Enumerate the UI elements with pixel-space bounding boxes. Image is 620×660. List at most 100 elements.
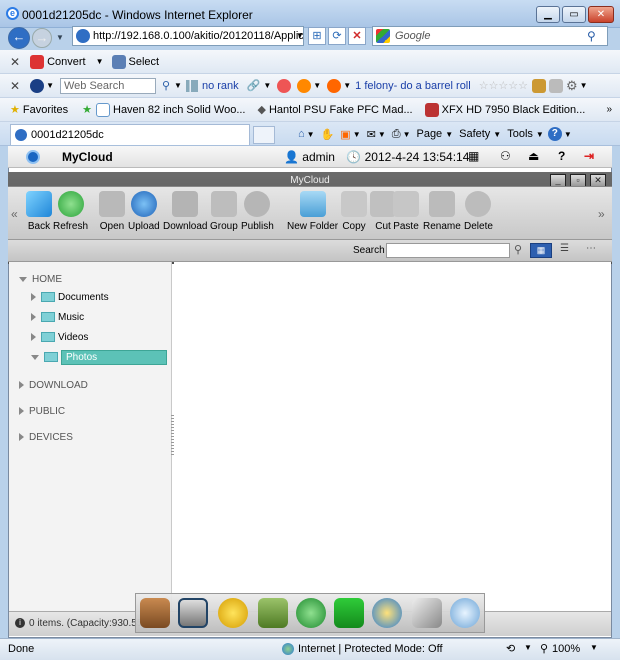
file-search-input[interactable] xyxy=(386,243,510,258)
zoom-icon[interactable]: ⚲ xyxy=(540,642,548,655)
feed-icon[interactable] xyxy=(327,78,342,93)
zoom-level[interactable]: 100% xyxy=(552,643,580,655)
paste-button[interactable]: Paste xyxy=(393,191,419,232)
sync-dock-icon[interactable] xyxy=(334,598,364,628)
rename-button[interactable]: Rename xyxy=(423,191,461,232)
maximize-button[interactable]: ▭ xyxy=(562,6,586,23)
web-search-input[interactable]: Web Search xyxy=(59,77,156,94)
gear-dropdown-icon[interactable]: ▼ xyxy=(580,81,588,90)
close-window-button[interactable]: ✕ xyxy=(588,6,614,23)
help-app-icon[interactable]: ? xyxy=(558,149,565,163)
notes-icon[interactable] xyxy=(532,78,547,93)
file-manager-dock-icon[interactable] xyxy=(178,598,208,628)
tree-videos[interactable]: Videos xyxy=(31,332,88,343)
help-dropdown-icon[interactable]: ▼ xyxy=(564,130,572,139)
settings-dock-icon[interactable] xyxy=(450,598,480,628)
favorite-item-2[interactable]: Hantol PSU Fake PFC Mad... xyxy=(269,104,413,116)
detail-view-button[interactable]: ⋯ xyxy=(586,243,596,254)
close-toolbar-icon[interactable]: ✕ xyxy=(10,55,20,69)
rss-icon[interactable]: ▣ xyxy=(340,128,350,141)
home-dock-icon[interactable] xyxy=(140,598,170,628)
upload-button[interactable]: Upload xyxy=(128,191,160,232)
tree-devices[interactable]: DEVICES xyxy=(19,432,73,443)
close-toolbar2-icon[interactable]: ✕ xyxy=(10,79,20,93)
tools-dropdown-icon[interactable]: ▼ xyxy=(536,130,544,139)
network-dock-icon[interactable] xyxy=(296,598,326,628)
tools-dock-icon[interactable] xyxy=(412,598,442,628)
icon-view-button[interactable]: ▦ xyxy=(530,243,552,258)
rank-label[interactable]: no rank xyxy=(202,80,239,92)
tree-public[interactable]: PUBLIC xyxy=(19,406,65,417)
copy-button[interactable]: Copy xyxy=(341,191,367,232)
web-search-icon[interactable]: ⚲ xyxy=(162,79,170,92)
publish-button[interactable]: Publish xyxy=(241,191,274,232)
tree-photos[interactable]: Photos xyxy=(31,350,167,365)
globe-dock-icon[interactable] xyxy=(372,598,402,628)
group-button[interactable]: Group xyxy=(210,191,238,232)
protected-dropdown-icon[interactable]: ▼ xyxy=(524,643,532,652)
file-list-area[interactable] xyxy=(174,262,611,611)
mail-dropdown-icon[interactable]: ▼ xyxy=(378,130,386,139)
list-view-button[interactable]: ☰ xyxy=(560,243,569,254)
address-dropdown-icon[interactable]: ▼ xyxy=(296,31,304,40)
new-tab-button[interactable] xyxy=(253,126,275,144)
link-icon[interactable]: 🔗 xyxy=(247,79,261,92)
delete-button[interactable]: Delete xyxy=(464,191,493,232)
forward-nav-button[interactable]: → xyxy=(32,28,52,48)
tree-documents[interactable]: Documents xyxy=(31,292,109,303)
users-icon[interactable]: ⚇ xyxy=(500,149,511,163)
search-icon[interactable]: ⚲ xyxy=(587,27,596,45)
toolbar-logo-icon[interactable] xyxy=(30,78,45,93)
toolbar-scroll-left-icon[interactable]: « xyxy=(11,207,18,221)
apps-grid-icon[interactable]: ▦ xyxy=(468,149,479,163)
safety-menu[interactable]: Safety xyxy=(459,128,490,140)
tree-home[interactable]: HOME xyxy=(19,274,62,285)
add-favorite-icon[interactable]: ★ xyxy=(82,103,92,116)
rss-dropdown-icon[interactable]: ▼ xyxy=(353,130,361,139)
refresh-icon[interactable]: ⟳ xyxy=(328,27,346,45)
print-icon[interactable]: ⎙ xyxy=(392,128,401,141)
rating-stars-icon[interactable]: ☆☆☆☆☆ xyxy=(479,79,528,92)
recent-pages-dropdown[interactable]: ▼ xyxy=(56,33,64,42)
protected-mode-icon[interactable]: ⟲ xyxy=(506,642,515,655)
toolbar-scroll-right-icon[interactable]: » xyxy=(598,207,605,221)
download-button[interactable]: Download xyxy=(163,191,207,232)
page-dropdown-icon[interactable]: ▼ xyxy=(445,130,453,139)
address-book-dock-icon[interactable] xyxy=(258,598,288,628)
screen-icon[interactable] xyxy=(549,78,564,93)
link-dropdown-icon[interactable]: ▼ xyxy=(263,81,271,90)
tree-music[interactable]: Music xyxy=(31,312,84,323)
hand-icon[interactable]: ✋ xyxy=(321,128,335,141)
print-dropdown-icon[interactable]: ▼ xyxy=(403,130,411,139)
tree-download[interactable]: DOWNLOAD xyxy=(19,380,88,391)
news-ticker[interactable]: 1 felony- do a barrel roll xyxy=(355,80,471,92)
gear-icon[interactable]: ⚙ xyxy=(566,78,578,94)
mail-icon[interactable]: ✉ xyxy=(367,128,376,141)
page-menu[interactable]: Page xyxy=(416,128,442,140)
stop-icon[interactable]: ✕ xyxy=(348,27,366,45)
eject-icon[interactable]: ⏏ xyxy=(528,149,539,163)
new-folder-button[interactable]: New Folder xyxy=(287,191,338,232)
web-search-dropdown-icon[interactable]: ▼ xyxy=(174,81,182,90)
file-search-icon[interactable]: ⚲ xyxy=(514,243,522,256)
refresh-button[interactable]: Refresh xyxy=(53,191,88,232)
search-box[interactable]: Google ⚲ xyxy=(372,26,608,46)
favorite-item-3[interactable]: XFX HD 7950 Black Edition... xyxy=(442,104,586,116)
compatibility-icon[interactable]: ⊞ xyxy=(308,27,326,45)
feed-dropdown-icon[interactable]: ▼ xyxy=(343,81,351,90)
safety-dropdown-icon[interactable]: ▼ xyxy=(493,130,501,139)
logout-icon[interactable]: ⇥ xyxy=(584,149,594,163)
help-icon[interactable]: ? xyxy=(547,127,562,141)
back-nav-button[interactable]: ← xyxy=(8,27,30,49)
target-icon[interactable] xyxy=(277,78,292,93)
home-dropdown-icon[interactable]: ▼ xyxy=(307,130,315,139)
tools-menu[interactable]: Tools xyxy=(507,128,533,140)
favorite-item-1[interactable]: Haven 82 inch Solid Woo... xyxy=(113,104,245,116)
minimize-button[interactable]: ▁ xyxy=(536,6,560,23)
zoom-dropdown-icon[interactable]: ▼ xyxy=(590,643,598,652)
open-button[interactable]: Open xyxy=(99,191,125,232)
address-bar[interactable]: http://192.168.0.100/akitio/20120118/App… xyxy=(72,26,304,46)
logo-dropdown-icon[interactable]: ▼ xyxy=(46,81,54,90)
media-player-dock-icon[interactable] xyxy=(218,598,248,628)
fire-dropdown-icon[interactable]: ▼ xyxy=(313,81,321,90)
